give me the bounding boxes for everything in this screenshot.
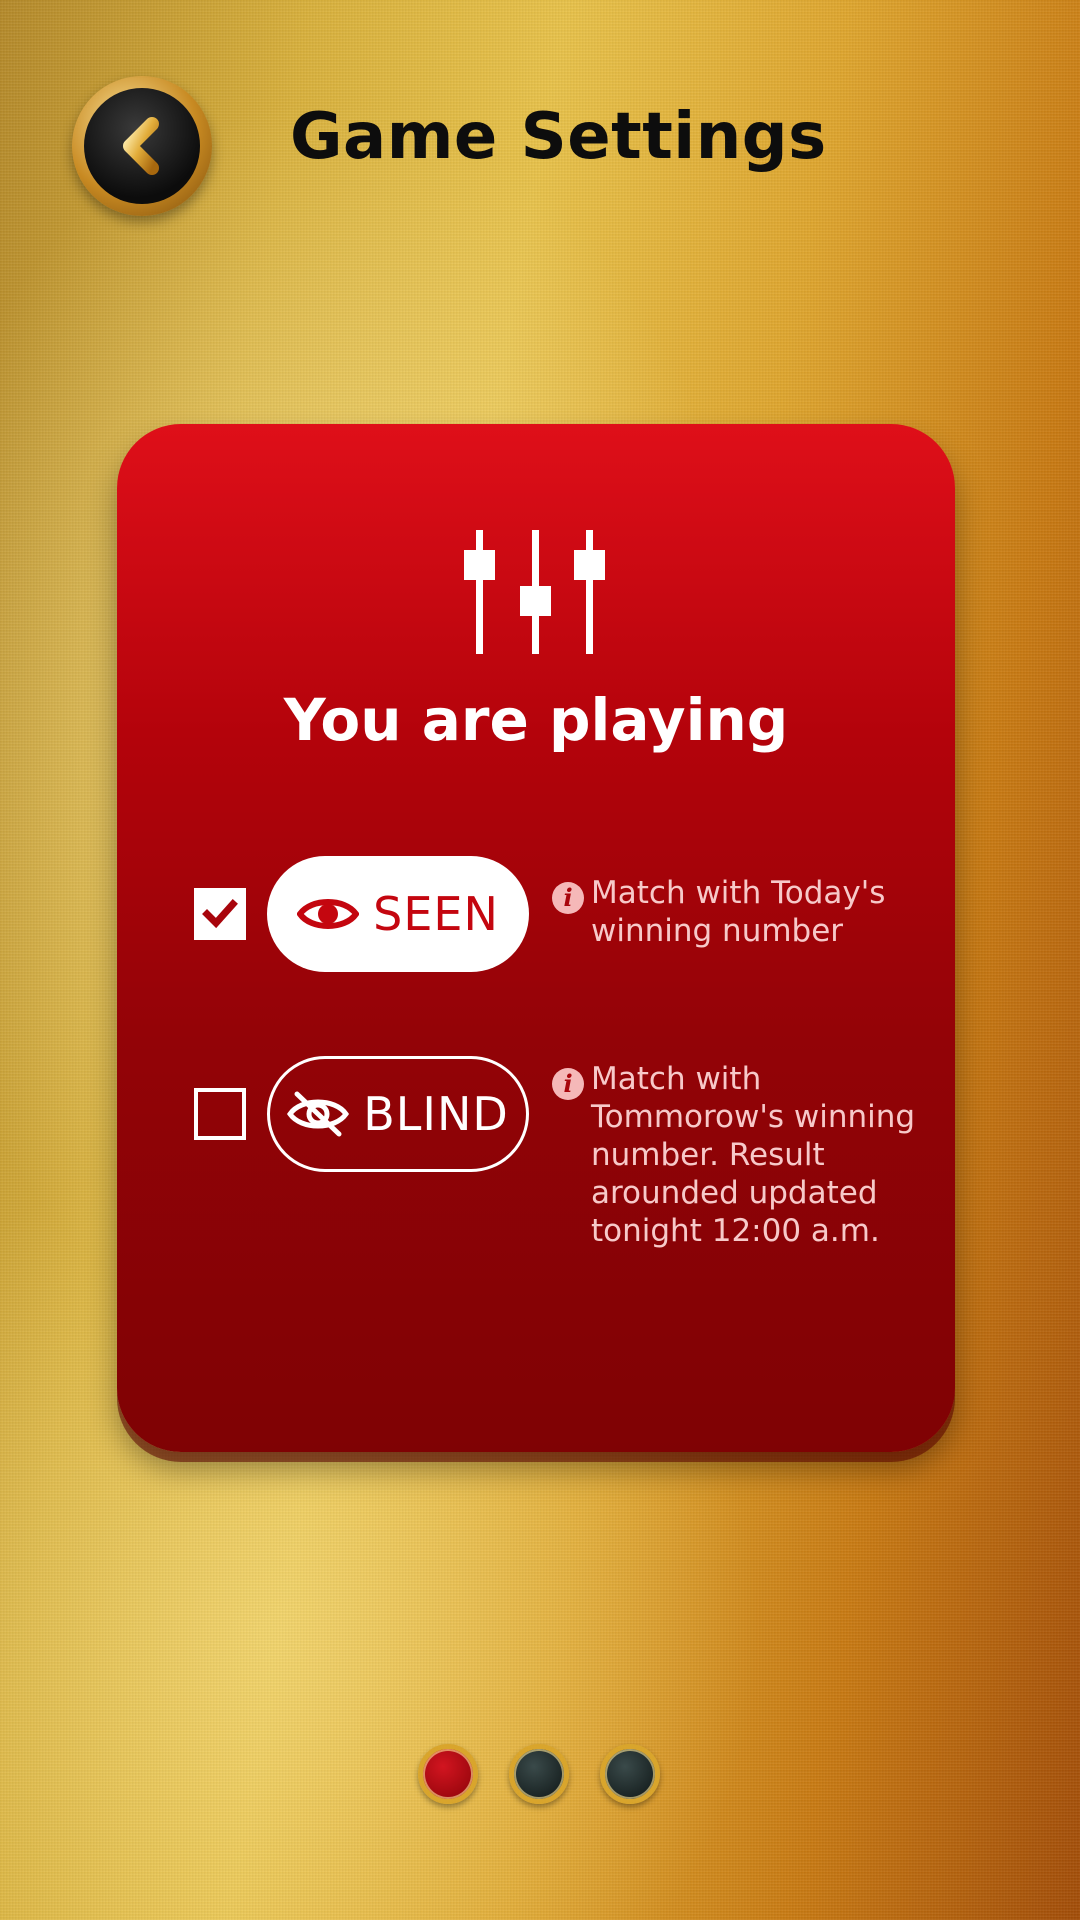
info-icon: i (552, 882, 584, 914)
eye-off-icon (287, 1091, 350, 1137)
eye-icon (297, 899, 360, 929)
chevron-left-icon (123, 117, 159, 175)
card-heading: You are playing (283, 686, 789, 754)
seen-info-text: Match with Today's winning number (591, 875, 886, 949)
page-dot-1[interactable] (418, 1744, 478, 1804)
seen-option-button[interactable]: SEEN (267, 856, 529, 972)
blind-label: BLIND (363, 1087, 509, 1141)
back-button[interactable] (72, 76, 212, 216)
seen-checkbox[interactable] (194, 888, 246, 940)
checkmark-icon (202, 899, 238, 929)
info-icon: i (552, 1068, 584, 1100)
blind-option-button[interactable]: BLIND (267, 1056, 529, 1172)
page-dot-3[interactable] (600, 1744, 660, 1804)
page-dot-2[interactable] (509, 1744, 569, 1804)
page-title: Game Settings (290, 100, 827, 174)
blind-info-text: Match with Tommorow's winning number. Re… (591, 1061, 916, 1249)
equalizer-icon (464, 530, 605, 654)
settings-card: You are playing SEEN i Match with Today'… (117, 424, 955, 1452)
blind-checkbox[interactable] (194, 1088, 246, 1140)
seen-label: SEEN (373, 887, 499, 941)
